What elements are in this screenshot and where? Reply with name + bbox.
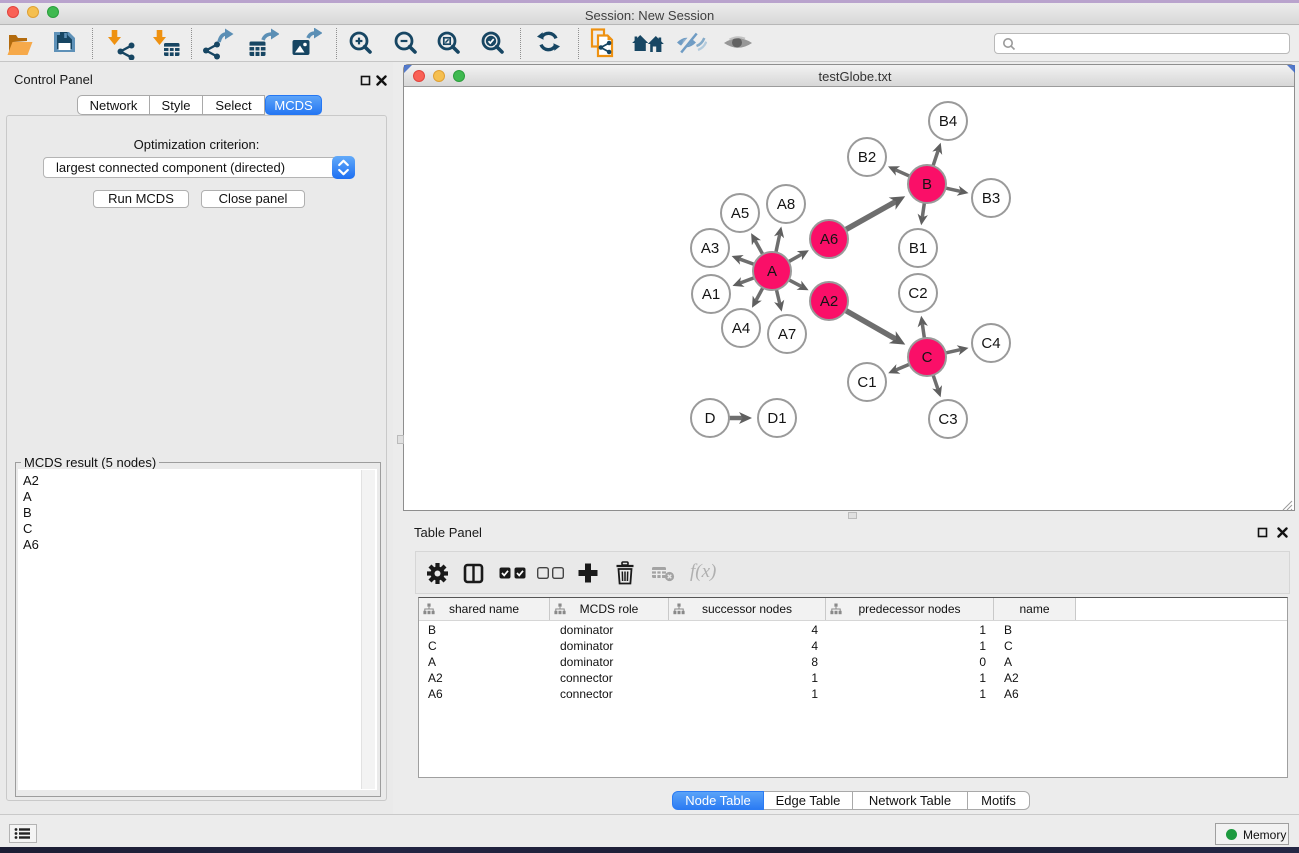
- svg-text:A8: A8: [777, 196, 795, 213]
- svg-text:B: B: [922, 176, 932, 193]
- svg-text:D: D: [705, 410, 716, 427]
- svg-text:A: A: [767, 263, 777, 280]
- svg-text:A6: A6: [820, 231, 838, 248]
- svg-text:C3: C3: [938, 411, 957, 428]
- svg-text:A1: A1: [702, 286, 720, 303]
- svg-text:B4: B4: [939, 113, 957, 130]
- svg-text:C: C: [922, 349, 933, 366]
- svg-text:D1: D1: [767, 410, 786, 427]
- svg-text:B1: B1: [909, 240, 927, 257]
- svg-text:A5: A5: [731, 205, 749, 222]
- svg-text:A2: A2: [820, 293, 838, 310]
- svg-text:C1: C1: [857, 374, 876, 391]
- svg-text:C2: C2: [908, 285, 927, 302]
- svg-text:C4: C4: [981, 335, 1000, 352]
- svg-text:B2: B2: [858, 149, 876, 166]
- svg-text:A7: A7: [778, 326, 796, 343]
- svg-text:B3: B3: [982, 190, 1000, 207]
- svg-text:A4: A4: [732, 320, 750, 337]
- svg-text:A3: A3: [701, 240, 719, 257]
